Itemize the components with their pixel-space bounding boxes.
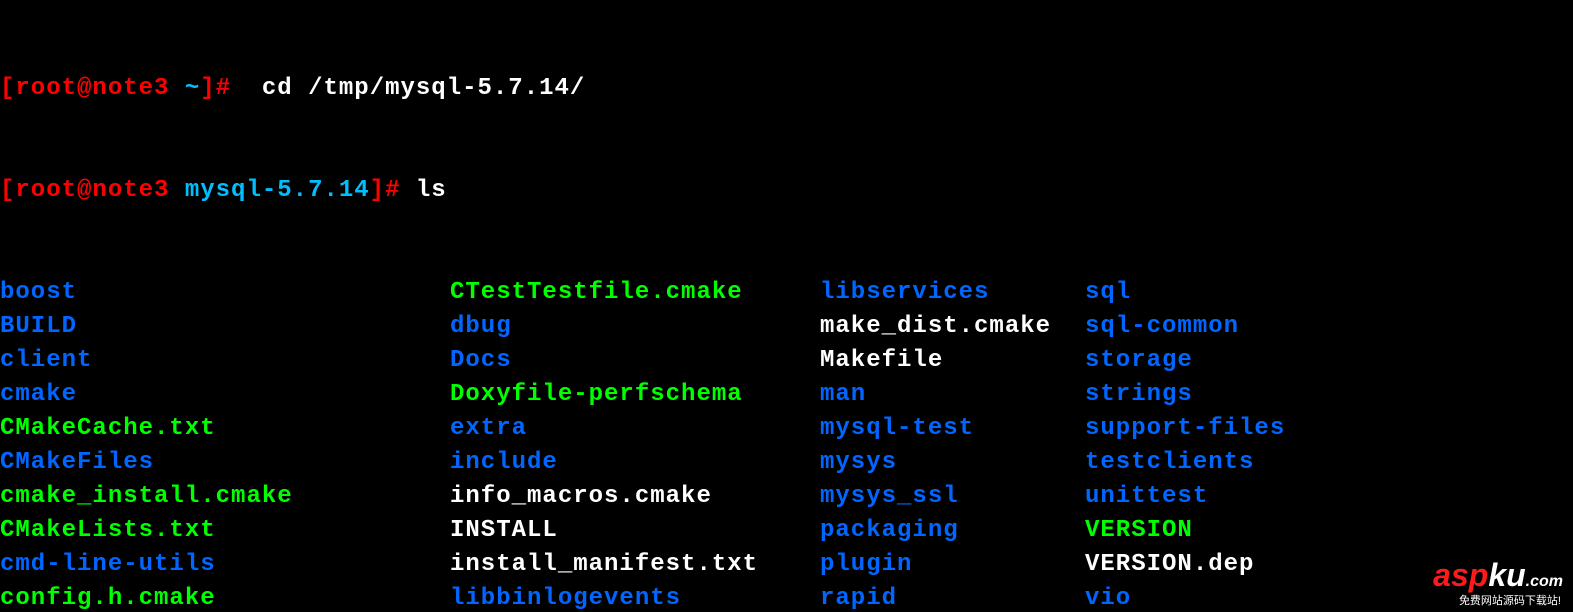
prompt-line-1: [root@note3 ~]# cd /tmp/mysql-5.7.14/ xyxy=(0,72,1573,106)
ls-entry: testclients xyxy=(1085,446,1385,480)
ls-entry: mysys_ssl xyxy=(820,480,1085,514)
ls-entry: vio xyxy=(1085,582,1385,612)
ls-entry: libservices xyxy=(820,276,1085,310)
ls-entry: unittest xyxy=(1085,480,1385,514)
ls-entry: Makefile xyxy=(820,344,1085,378)
ls-entry: cmake_install.cmake xyxy=(0,480,450,514)
ls-entry: config.h.cmake xyxy=(0,582,450,612)
ls-row: boostCTestTestfile.cmakelibservicessql xyxy=(0,276,1573,310)
ls-row: config.h.cmakelibbinlogeventsrapidvio xyxy=(0,582,1573,612)
ls-entry: extra xyxy=(450,412,820,446)
ls-entry: CMakeCache.txt xyxy=(0,412,450,446)
ls-entry: Doxyfile-perfschema xyxy=(450,378,820,412)
ls-row: CMakeFilesincludemysystestclients xyxy=(0,446,1573,480)
ls-entry: VERSION.dep xyxy=(1085,548,1385,582)
ls-output: boostCTestTestfile.cmakelibservicessqlBU… xyxy=(0,276,1573,612)
ls-entry: man xyxy=(820,378,1085,412)
ls-entry: include xyxy=(450,446,820,480)
ls-entry: BUILD xyxy=(0,310,450,344)
ls-entry: dbug xyxy=(450,310,820,344)
ls-entry: storage xyxy=(1085,344,1385,378)
ls-row: cmakeDoxyfile-perfschemamanstrings xyxy=(0,378,1573,412)
prompt-line-2: [root@note3 mysql-5.7.14]# ls xyxy=(0,174,1573,208)
ls-entry: cmd-line-utils xyxy=(0,548,450,582)
ls-row: cmd-line-utilsinstall_manifest.txtplugin… xyxy=(0,548,1573,582)
ls-entry: mysys xyxy=(820,446,1085,480)
ls-entry: make_dist.cmake xyxy=(820,310,1085,344)
ls-entry: install_manifest.txt xyxy=(450,548,820,582)
ls-entry: INSTALL xyxy=(450,514,820,548)
ls-row: clientDocsMakefilestorage xyxy=(0,344,1573,378)
ls-row: cmake_install.cmakeinfo_macros.cmakemysy… xyxy=(0,480,1573,514)
ls-row: CMakeLists.txtINSTALLpackagingVERSION xyxy=(0,514,1573,548)
ls-entry: CMakeLists.txt xyxy=(0,514,450,548)
ls-entry: boost xyxy=(0,276,450,310)
ls-row: CMakeCache.txtextramysql-testsupport-fil… xyxy=(0,412,1573,446)
ls-entry: sql-common xyxy=(1085,310,1385,344)
watermark-logo: aspku.com xyxy=(1433,557,1563,594)
ls-entry: packaging xyxy=(820,514,1085,548)
ls-entry: Docs xyxy=(450,344,820,378)
ls-entry: plugin xyxy=(820,548,1085,582)
watermark-subtitle: 免费网站源码下载站! xyxy=(1459,592,1561,608)
ls-entry: strings xyxy=(1085,378,1385,412)
terminal-output[interactable]: [root@note3 ~]# cd /tmp/mysql-5.7.14/ [r… xyxy=(0,0,1573,612)
ls-entry: client xyxy=(0,344,450,378)
ls-entry: VERSION xyxy=(1085,514,1385,548)
ls-entry: CMakeFiles xyxy=(0,446,450,480)
command-cd: cd /tmp/mysql-5.7.14/ xyxy=(246,75,585,102)
ls-entry: cmake xyxy=(0,378,450,412)
ls-entry: mysql-test xyxy=(820,412,1085,446)
ls-entry: CTestTestfile.cmake xyxy=(450,276,820,310)
command-ls: ls xyxy=(416,177,447,204)
ls-entry: info_macros.cmake xyxy=(450,480,820,514)
ls-entry: support-files xyxy=(1085,412,1385,446)
ls-entry: sql xyxy=(1085,276,1385,310)
ls-row: BUILDdbugmake_dist.cmakesql-common xyxy=(0,310,1573,344)
ls-entry: rapid xyxy=(820,582,1085,612)
ls-entry: libbinlogevents xyxy=(450,582,820,612)
